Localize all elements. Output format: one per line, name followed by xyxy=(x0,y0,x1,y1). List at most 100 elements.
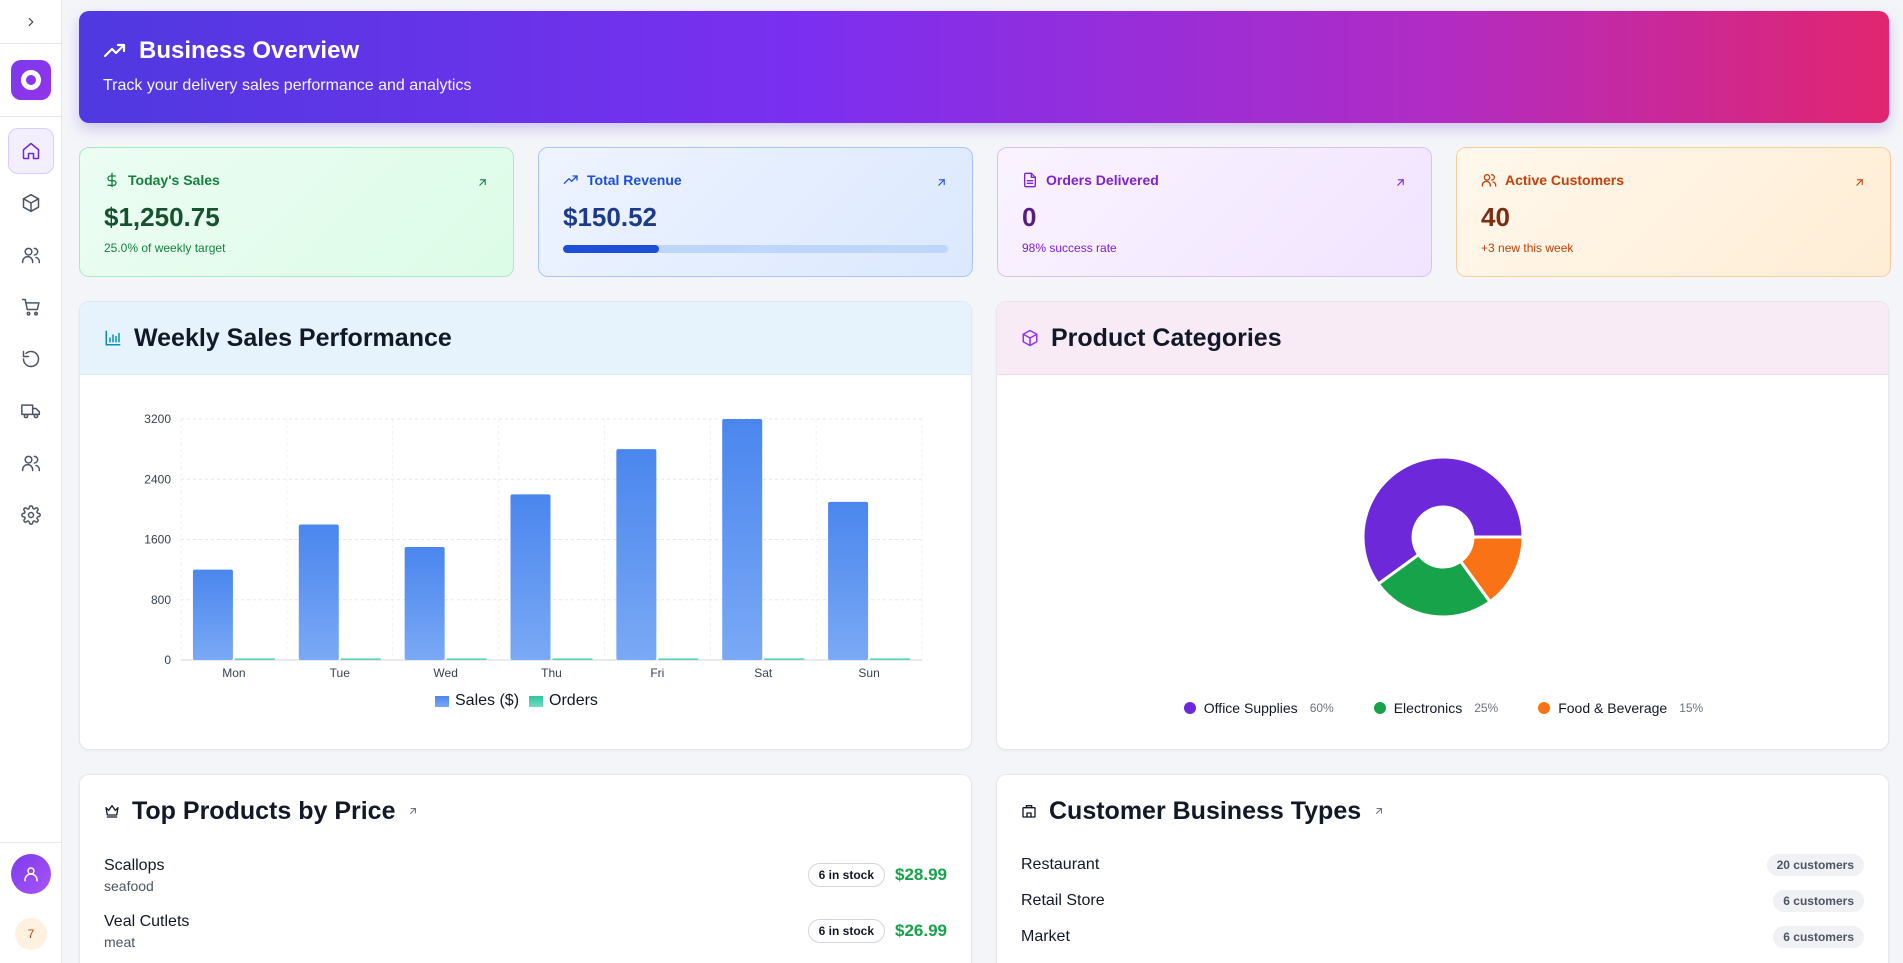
arrow-up-right-icon[interactable] xyxy=(1373,805,1385,817)
stat-card-active-customers[interactable]: Active Customers 40 +3 new this week xyxy=(1456,147,1891,277)
chevron-right-icon xyxy=(28,17,34,26)
stat-value: $150.52 xyxy=(563,202,657,232)
bar-sales[interactable] xyxy=(828,501,869,660)
sidebar-toggle-button[interactable] xyxy=(0,0,62,44)
legend-item-orders[interactable]: Orders xyxy=(529,692,598,710)
product-price: $26.99 xyxy=(895,921,947,940)
legend-dot xyxy=(1373,702,1386,714)
home-icon xyxy=(22,142,40,160)
bar-orders[interactable] xyxy=(340,658,381,661)
nav-item-customers[interactable] xyxy=(8,232,54,278)
product-price: $28.99 xyxy=(895,865,947,884)
x-tick-label: Thu xyxy=(541,666,562,679)
stat-subtext: 25.0% of weekly target xyxy=(104,241,226,255)
panel-title: Weekly Sales Performance xyxy=(134,323,452,352)
stat-subtext: 98% success rate xyxy=(1022,241,1117,255)
document-icon xyxy=(1024,172,1036,188)
trending-up-icon xyxy=(563,175,578,184)
gear-icon xyxy=(21,505,41,525)
stat-label: Total Revenue xyxy=(587,172,682,188)
users-icon xyxy=(21,455,41,472)
panel-title: Product Categories xyxy=(1051,323,1282,352)
legend-item[interactable]: Food & Beverage 15% xyxy=(1538,700,1703,716)
x-tick-label: Tue xyxy=(330,666,351,679)
bar-orders[interactable] xyxy=(870,658,911,661)
legend-item[interactable]: Electronics 25% xyxy=(1373,700,1499,716)
user-avatar[interactable] xyxy=(11,854,51,894)
list-item[interactable]: Restaurant 20 customers xyxy=(1021,847,1864,883)
x-tick-label: Sat xyxy=(754,666,773,679)
nav-item-team[interactable] xyxy=(8,440,54,486)
stock-badge: 6 in stock xyxy=(807,863,885,887)
customer-count-badge: 6 customers xyxy=(1773,926,1864,948)
stat-value: $1,250.75 xyxy=(104,202,220,232)
bar-sales[interactable] xyxy=(192,569,233,660)
page-title-text: Business Overview xyxy=(139,37,360,64)
sidebar-divider xyxy=(0,842,62,843)
bar-sales[interactable] xyxy=(616,449,657,660)
list-item[interactable]: Market 6 customers xyxy=(1021,919,1864,955)
stat-card-today-sales[interactable]: Today's Sales $1,250.75 25.0% of weekly … xyxy=(79,147,514,277)
legend-item[interactable]: Office Supplies 60% xyxy=(1183,700,1334,716)
app-logo[interactable] xyxy=(11,60,51,100)
legend-dot xyxy=(1183,702,1196,714)
list-item[interactable]: Veal Cutlets meat 6 in stock $26.99 xyxy=(104,903,947,959)
bar-orders[interactable] xyxy=(446,658,487,661)
stat-value: 40 xyxy=(1481,202,1510,232)
nav-item-returns[interactable] xyxy=(8,336,54,382)
bar-sales[interactable] xyxy=(722,419,763,660)
crown-icon xyxy=(105,805,119,818)
dollar-icon xyxy=(107,172,117,188)
nav-item-products[interactable] xyxy=(8,180,54,226)
x-tick-label: Fri xyxy=(650,666,664,679)
page-subtitle: Track your delivery sales performance an… xyxy=(103,77,472,94)
bar-sales[interactable] xyxy=(298,524,339,660)
legend-swatch xyxy=(529,695,544,707)
bar-orders[interactable] xyxy=(658,658,699,661)
customer-type-name: Market xyxy=(1021,928,1070,945)
y-tick-label: 1600 xyxy=(144,533,171,547)
bar-chart-icon xyxy=(105,330,121,346)
list-item[interactable]: Retail Store 6 customers xyxy=(1021,883,1864,919)
cart-icon xyxy=(21,298,40,316)
y-tick-label: 0 xyxy=(164,653,171,667)
weekly-sales-chart: 0 800 1600 2400 3200 Mon Tue Wed Thu Fri Sat Sun xyxy=(144,412,923,679)
y-tick-label: 800 xyxy=(151,593,171,607)
bar-sales[interactable] xyxy=(510,494,551,660)
nav-item-orders[interactable] xyxy=(8,284,54,330)
bar-orders[interactable] xyxy=(234,658,275,661)
notification-badge[interactable]: 7 xyxy=(15,918,47,950)
legend-percent: 25% xyxy=(1474,701,1499,715)
product-categories-panel: Product Categories Office Supplies 60% Ele… xyxy=(996,301,1889,750)
legend-label: Electronics xyxy=(1393,700,1463,716)
stat-value: 0 xyxy=(1022,202,1037,232)
arrow-up-right-icon xyxy=(1856,179,1863,186)
bar-sales[interactable] xyxy=(404,547,445,660)
product-list: Scallops seafood 6 in stock $28.99 Veal … xyxy=(80,847,971,959)
arrow-up-right-icon[interactable] xyxy=(407,805,419,817)
top-products-panel: Top Products by Price Scallops seafood 6… xyxy=(79,774,972,963)
chart-legend: Sales ($) Orders xyxy=(435,692,598,710)
legend-label: Orders xyxy=(549,692,598,709)
arrow-up-right-icon xyxy=(479,179,486,186)
legend-label: Office Supplies xyxy=(1203,700,1298,716)
product-category: meat xyxy=(104,933,136,950)
stat-card-total-revenue[interactable]: Total Revenue $150.52 xyxy=(538,147,973,277)
users-icon xyxy=(21,247,41,264)
stock-badge: 6 in stock xyxy=(807,919,885,943)
product-name: Veal Cutlets xyxy=(104,912,190,930)
nav-item-settings[interactable] xyxy=(8,492,54,538)
panel-header: Top Products by Price xyxy=(80,775,971,847)
trending-up-icon xyxy=(103,43,126,58)
bar-orders[interactable] xyxy=(552,658,593,661)
stat-card-orders-delivered[interactable]: Orders Delivered 0 98% success rate xyxy=(997,147,1432,277)
building-icon xyxy=(1022,805,1036,818)
product-name: Scallops xyxy=(104,856,165,874)
nav-item-home[interactable] xyxy=(8,128,54,174)
bar-orders[interactable] xyxy=(764,658,805,661)
customer-count-badge: 6 customers xyxy=(1773,890,1864,912)
legend-item-sales[interactable]: Sales ($) xyxy=(435,692,519,710)
x-tick-label: Wed xyxy=(433,666,457,679)
nav-item-deliveries[interactable] xyxy=(8,388,54,434)
list-item[interactable]: Scallops seafood 6 in stock $28.99 xyxy=(104,847,947,903)
